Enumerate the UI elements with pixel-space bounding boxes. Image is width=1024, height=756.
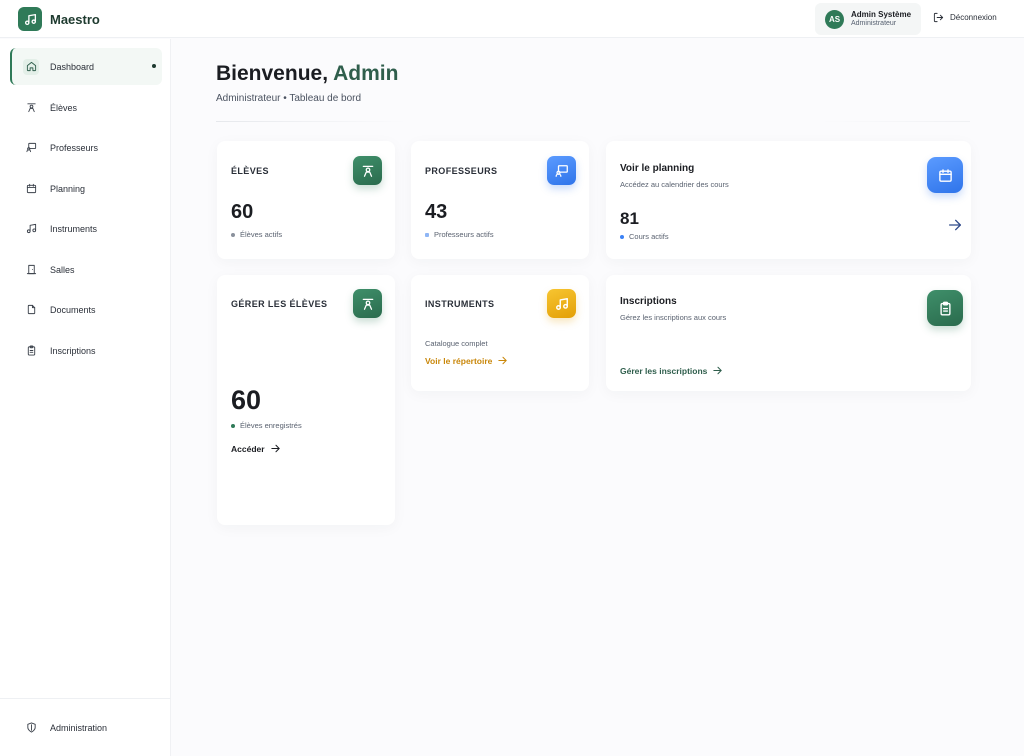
card-heading: INSTRUMENTS (425, 299, 495, 309)
status-dot (620, 234, 624, 239)
card-heading: PROFESSEURS (425, 166, 498, 176)
welcome-prefix: Bienvenue, (216, 62, 334, 85)
top-bar: Maestro AS Admin Système Administrateur … (0, 0, 1024, 38)
sidebar-item-label: Inscriptions (50, 345, 96, 356)
card-description: Accédez au calendrier des cours (620, 180, 729, 189)
card-eleves[interactable]: ÉLÈVES 60 Élèves actifs (217, 141, 395, 259)
sidebar-item-label: Administration (50, 722, 108, 733)
user-name: Admin Système (851, 10, 912, 20)
card-heading: ÉLÈVES (231, 166, 269, 176)
gerer-inscriptions-link[interactable]: Gérer les inscriptions (620, 365, 723, 376)
card-heading: GÉRER LES ÉLÈVES (231, 299, 328, 309)
sidebar-item-label: Élèves (50, 102, 78, 113)
calendar-icon (927, 157, 963, 193)
stat-value: 81 (620, 209, 639, 228)
sidebar-item-dashboard[interactable]: Dashboard (10, 48, 162, 85)
logout-button[interactable]: Déconnexion (933, 12, 997, 23)
sidebar-item-documents[interactable]: Documents (10, 291, 162, 328)
card-inscriptions[interactable]: Inscriptions Gérez les inscriptions aux … (606, 275, 971, 391)
link-label: Gérer les inscriptions (620, 365, 708, 376)
student-icon (23, 100, 39, 116)
door-icon (23, 262, 39, 278)
page-title: Bienvenue, Admin (216, 62, 398, 86)
sidebar: Dashboard Élèves Professeurs Planning In… (0, 39, 171, 756)
divider (820, 121, 970, 122)
status-dot (425, 232, 429, 237)
stat-caption: Cours actifs (620, 232, 669, 241)
sidebar-item-planning[interactable]: Planning (10, 170, 162, 207)
stat-value: 60 (231, 201, 254, 223)
sidebar-item-label: Documents (50, 304, 96, 315)
stat-caption-text: Élèves actifs (240, 230, 283, 239)
sidebar-item-professeurs[interactable]: Professeurs (10, 129, 162, 166)
avatar: AS (825, 9, 844, 29)
student-icon (353, 156, 382, 185)
music-note-icon (18, 7, 42, 31)
status-dot (231, 423, 235, 428)
link-label: Accéder (231, 443, 265, 454)
arrow-right-icon (498, 356, 508, 365)
divider (216, 121, 406, 122)
card-title: Voir le planning (620, 163, 695, 174)
music-note-icon (547, 289, 576, 318)
stat-caption: Élèves actifs (231, 230, 282, 239)
stat-caption-text: Cours actifs (629, 232, 669, 241)
app-name: Maestro (50, 11, 100, 27)
teacher-icon (547, 156, 576, 185)
sidebar-item-label: Dashboard (50, 61, 95, 72)
home-icon (23, 58, 39, 75)
logout-icon (933, 12, 944, 23)
arrow-right-icon (270, 444, 280, 453)
status-dot (231, 232, 235, 237)
sidebar-item-label: Planning (50, 183, 86, 194)
sidebar-divider (0, 698, 171, 699)
card-professeurs[interactable]: PROFESSEURS 43 Professeurs actifs (411, 141, 589, 259)
stat-caption: Élèves enregistrés (231, 421, 302, 430)
voir-repertoire-link[interactable]: Voir le répertoire (425, 355, 508, 366)
stat-value: 43 (425, 201, 448, 223)
calendar-icon (23, 181, 39, 197)
card-title: Inscriptions (620, 296, 677, 307)
active-indicator (152, 64, 156, 68)
sidebar-item-label: Instruments (50, 223, 98, 234)
card-planning[interactable]: Voir le planning Accédez au calendrier d… (606, 141, 971, 259)
sidebar-item-label: Professeurs (50, 142, 99, 153)
music-note-icon (23, 221, 39, 237)
arrow-right-icon (713, 366, 723, 375)
shield-icon (23, 720, 39, 736)
sidebar-item-eleves[interactable]: Élèves (10, 89, 162, 126)
arrow-right-icon[interactable] (947, 217, 963, 233)
sidebar-item-instruments[interactable]: Instruments (10, 210, 162, 247)
card-gerer-eleves[interactable]: GÉRER LES ÉLÈVES 60 Élèves enregistrés A… (217, 275, 395, 525)
logout-label: Déconnexion (950, 13, 997, 22)
card-instruments[interactable]: INSTRUMENTS Catalogue complet Voir le ré… (411, 275, 589, 391)
user-menu[interactable]: AS Admin Système Administrateur (815, 3, 921, 35)
stat-value: 60 (231, 385, 262, 415)
link-label: Voir le répertoire (425, 355, 493, 366)
brand[interactable]: Maestro (18, 7, 100, 31)
user-role: Administrateur (851, 19, 897, 27)
sidebar-item-inscriptions[interactable]: Inscriptions (10, 332, 162, 369)
teacher-icon (23, 140, 39, 156)
sidebar-item-salles[interactable]: Salles (10, 251, 162, 288)
clipboard-icon (927, 290, 963, 326)
stat-caption-text: Professeurs actifs (434, 230, 494, 239)
acceder-link[interactable]: Accéder (231, 443, 281, 454)
document-icon (23, 302, 39, 318)
sidebar-item-label: Salles (50, 264, 75, 275)
stat-caption: Professeurs actifs (425, 230, 494, 239)
card-description: Catalogue complet (425, 339, 488, 348)
page-subtitle: Administrateur • Tableau de bord (216, 93, 362, 104)
student-icon (353, 289, 382, 318)
sidebar-item-administration[interactable]: Administration (10, 709, 162, 746)
card-description: Gérez les inscriptions aux cours (620, 313, 727, 322)
clipboard-icon (23, 343, 39, 359)
stat-caption-text: Élèves enregistrés (240, 421, 302, 430)
welcome-name: Admin (333, 62, 399, 85)
